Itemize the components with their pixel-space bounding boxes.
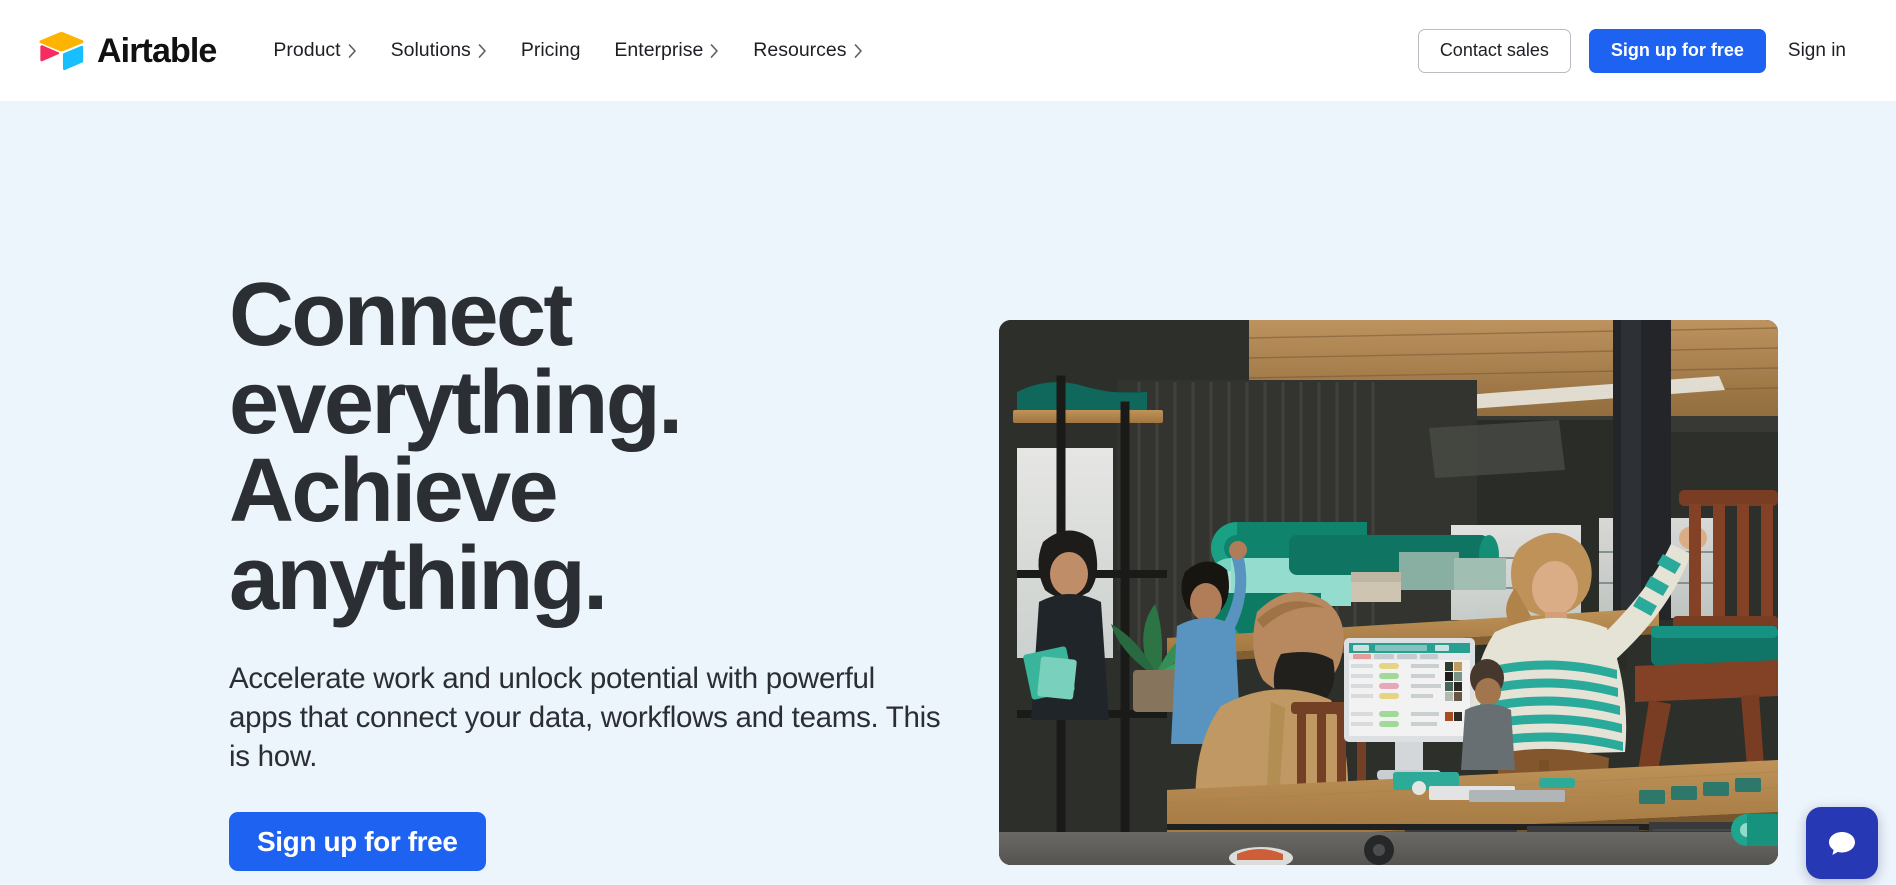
nav-item-resources[interactable]: Resources <box>736 31 879 71</box>
hero-title-line-2: everything. <box>229 353 683 453</box>
nav-item-label: Enterprise <box>614 38 704 61</box>
nav-item-label: Product <box>273 38 341 61</box>
chevron-right-icon <box>478 44 486 58</box>
contact-sales-button[interactable]: Contact sales <box>1417 28 1571 73</box>
main-navigation: Product Solutions Pricing Enterprise Res… <box>256 31 1417 71</box>
brand-logo-link[interactable]: Airtable <box>38 31 217 71</box>
page-title: Connect everything. Achieve anything. <box>229 265 949 629</box>
airtable-landing-page: Airtable Product Solutions Pricing Enter… <box>0 0 1896 885</box>
header-actions: Contact sales Sign up for free Sign in <box>1417 28 1850 73</box>
site-header: Airtable Product Solutions Pricing Enter… <box>0 0 1896 101</box>
hero-title-line-3: Achieve <box>229 441 559 541</box>
nav-item-label: Pricing <box>520 38 581 61</box>
workshop-photo-illustration <box>999 320 1778 865</box>
hero-image <box>999 320 1778 865</box>
hero-copy: Connect everything. Achieve anything. Ac… <box>229 265 949 871</box>
nav-item-enterprise[interactable]: Enterprise <box>597 31 736 71</box>
chat-widget-button[interactable] <box>1806 807 1878 879</box>
nav-item-solutions[interactable]: Solutions <box>374 31 504 71</box>
hero-title-line-1: Connect <box>229 265 573 365</box>
chevron-right-icon <box>348 44 356 58</box>
sign-in-link[interactable]: Sign in <box>1784 34 1850 68</box>
nav-item-pricing[interactable]: Pricing <box>504 31 598 71</box>
speech-bubble-icon <box>1829 832 1855 855</box>
hero-sign-up-button[interactable]: Sign up for free <box>229 812 486 871</box>
nav-item-label: Solutions <box>390 38 471 61</box>
chevron-right-icon <box>854 44 862 58</box>
nav-item-product[interactable]: Product <box>256 31 373 71</box>
hero-section: Connect everything. Achieve anything. Ac… <box>0 101 1896 885</box>
header-sign-up-button[interactable]: Sign up for free <box>1588 28 1766 73</box>
hero-title-line-4: anything. <box>229 529 608 629</box>
chevron-right-icon <box>710 44 719 58</box>
airtable-cube-logo-icon <box>39 31 84 70</box>
nav-item-label: Resources <box>753 38 847 61</box>
brand-name: Airtable <box>97 31 217 70</box>
hero-subtitle: Accelerate work and unlock potential wit… <box>229 662 941 773</box>
